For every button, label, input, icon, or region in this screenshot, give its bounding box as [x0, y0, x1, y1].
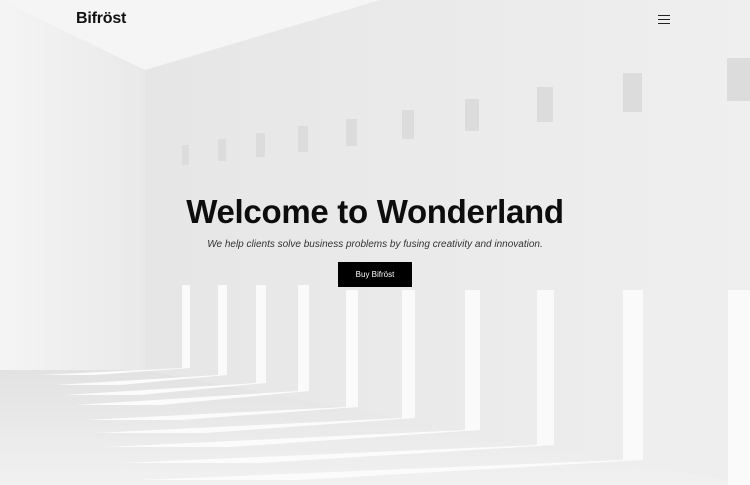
top-navbar: Bifröst [0, 0, 750, 40]
menu-line [658, 15, 670, 17]
hero-subtitle: We help clients solve business problems … [207, 239, 543, 250]
buy-button[interactable]: Buy Bifröst [338, 262, 412, 287]
brand-logo[interactable]: Bifröst [76, 10, 126, 28]
menu-line [658, 23, 670, 25]
menu-line [658, 19, 670, 21]
hamburger-menu-icon[interactable] [653, 12, 675, 28]
hero-section: Bifröst Welcome to Wonderland We help cl… [0, 0, 750, 485]
hero-content: Welcome to Wonderland We help clients so… [0, 192, 750, 287]
hero-title: Welcome to Wonderland [186, 193, 564, 230]
